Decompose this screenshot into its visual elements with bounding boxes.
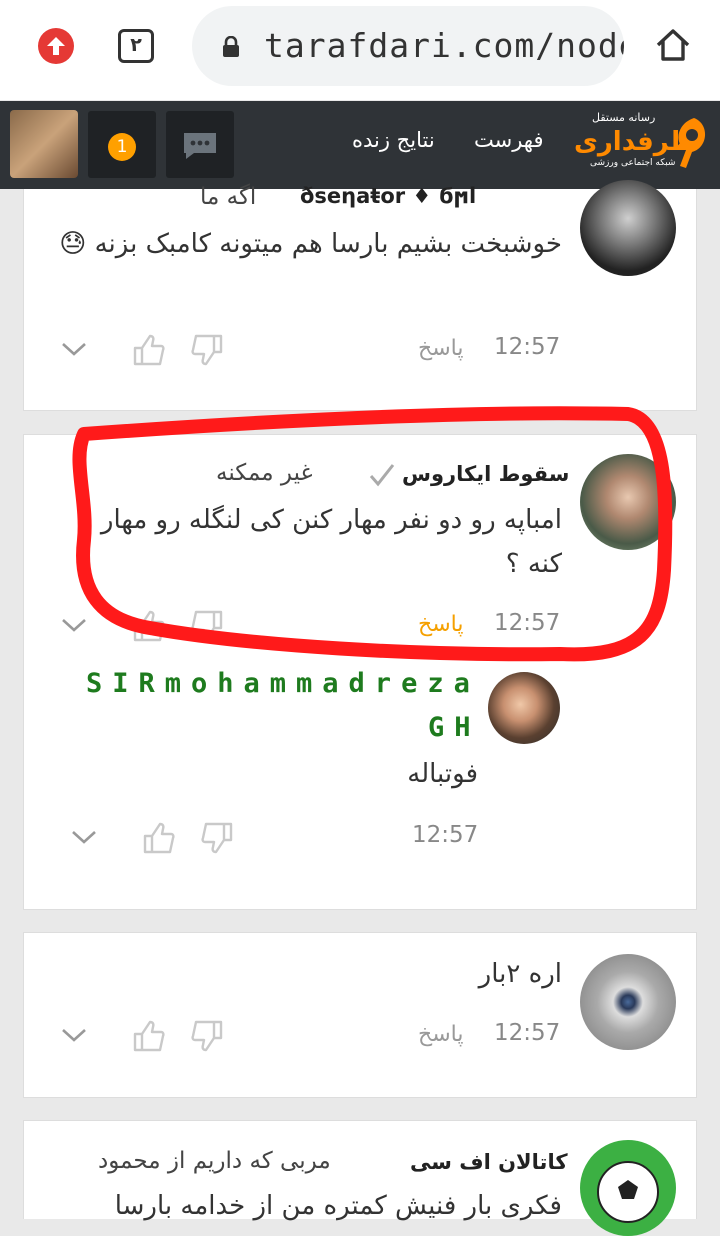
commenter-name[interactable]: ðseηaŧor ♦ ϭϻl (300, 184, 476, 208)
comment-time: 12:57 (494, 1020, 561, 1046)
commenter-name[interactable]: کاتالان اف سی (410, 1150, 568, 1174)
commenter-avatar[interactable] (580, 1140, 676, 1236)
tab-count-button[interactable]: ۲ (118, 29, 154, 63)
url-text: tarafdari.com/node/ (264, 26, 624, 65)
logo-tagline: رسانه مستقل (592, 111, 656, 124)
messages-button[interactable] (166, 111, 234, 178)
thumbs-up-icon[interactable] (132, 332, 166, 368)
commenter-avatar[interactable] (488, 672, 560, 744)
comment-body: فوتباله (407, 759, 478, 789)
thumbs-down-icon[interactable] (200, 820, 234, 856)
user-avatar[interactable] (10, 110, 78, 178)
comment-body: فکری بار فنیش کمتره من از خدامه بارسا (114, 1191, 562, 1221)
chevron-down-icon[interactable] (60, 1026, 88, 1044)
thumbs-up-icon[interactable] (132, 1018, 166, 1054)
comment-body: اره ۲بار (478, 959, 562, 989)
soccer-ball-icon (597, 1161, 659, 1223)
commenter-avatar[interactable] (580, 954, 676, 1050)
nav-live-results[interactable]: نتایج زنده (352, 128, 435, 152)
notification-badge: 1 (108, 133, 136, 161)
comment-time: 12:57 (412, 822, 479, 848)
lock-icon (223, 36, 239, 57)
nav-menu[interactable]: فهرست (474, 128, 544, 152)
red-annotation-outline (72, 406, 673, 662)
thumbs-up-icon[interactable] (142, 820, 176, 856)
commenter-name-line2[interactable]: GH (428, 712, 481, 743)
comment-subject: مربی که داریم از محمود (98, 1148, 331, 1174)
home-icon[interactable] (654, 26, 692, 68)
logo-mark-icon (678, 118, 706, 168)
comment-body: خوشبخت بشیم بارسا هم میتونه کامبک بزنه 😓 (59, 229, 562, 259)
reply-button[interactable]: پاسخ (418, 1022, 463, 1047)
logo-subtitle: شبکه اجتماعی ورزشی (590, 158, 676, 168)
reply-button[interactable]: پاسخ (418, 336, 463, 361)
chevron-down-icon[interactable] (70, 828, 98, 846)
comment-time: 12:57 (494, 334, 561, 360)
browser-toolbar: ۲ tarafdari.com/node/ (0, 0, 720, 100)
comment-subject: اگه ما (200, 184, 257, 210)
commenter-avatar[interactable] (580, 180, 676, 276)
chevron-down-icon[interactable] (60, 340, 88, 358)
address-bar[interactable]: tarafdari.com/node/ (192, 6, 624, 86)
chat-icon (184, 133, 216, 159)
thumbs-down-icon[interactable] (190, 1018, 224, 1054)
thumbs-down-icon[interactable] (190, 332, 224, 368)
upload-icon[interactable] (38, 28, 74, 64)
